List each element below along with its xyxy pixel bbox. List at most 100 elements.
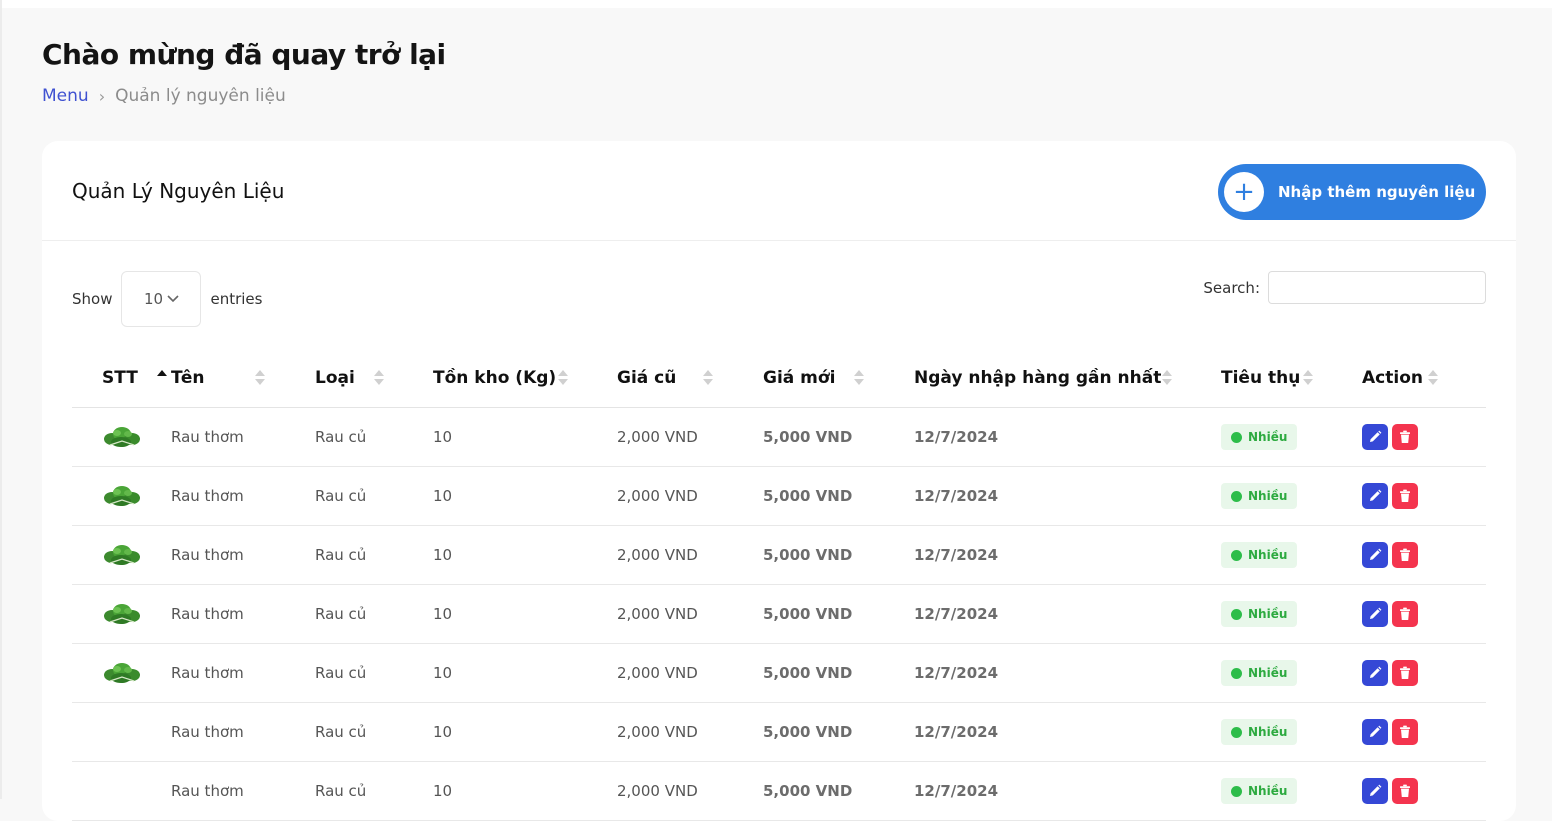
sort-icon	[1162, 370, 1172, 386]
delete-button[interactable]	[1392, 778, 1418, 804]
search-control: Search:	[1203, 271, 1486, 304]
row-image-cell	[72, 466, 171, 526]
table-row: Rau thơm Rau củ 10 2,000 VND 5,000 VND 1…	[72, 525, 1486, 585]
pencil-icon	[1370, 548, 1382, 560]
ingredient-type: Rau củ	[315, 584, 433, 644]
status-dot-icon	[1231, 431, 1242, 443]
usage-cell: Nhiều	[1221, 761, 1362, 821]
ingredient-last-import-date: 12/7/2024	[914, 584, 1221, 644]
ingredient-new-price: 5,000 VND	[763, 584, 914, 644]
breadcrumb-chevron-icon: ›	[98, 86, 106, 106]
ingredient-type: Rau củ	[315, 525, 433, 585]
edit-button[interactable]	[1362, 483, 1388, 509]
trash-icon	[1400, 430, 1410, 443]
herb-leaf-icon	[104, 486, 140, 506]
usage-badge: Nhiều	[1221, 424, 1298, 450]
sort-icon	[854, 370, 864, 386]
action-cell	[1362, 584, 1486, 644]
column-header-name[interactable]: Tên	[171, 349, 315, 408]
ingredient-type: Rau củ	[315, 761, 433, 821]
column-header-usage[interactable]: Tiêu thụ	[1221, 349, 1362, 408]
pencil-icon	[1370, 725, 1382, 737]
usage-cell: Nhiều	[1221, 466, 1362, 526]
trash-icon	[1400, 489, 1410, 502]
usage-label: Nhiều	[1248, 784, 1288, 798]
ingredient-new-price: 5,000 VND	[763, 761, 914, 821]
pencil-icon	[1370, 607, 1382, 619]
card-title: Quản Lý Nguyên Liệu	[72, 179, 285, 203]
status-dot-icon	[1231, 490, 1242, 502]
column-header-new-price[interactable]: Giá mới	[763, 349, 914, 408]
row-actions	[1362, 483, 1418, 509]
ingredient-new-price: 5,000 VND	[763, 466, 914, 526]
herb-leaf-icon	[104, 545, 140, 565]
ingredient-old-price: 2,000 VND	[617, 643, 763, 703]
add-ingredient-button[interactable]: + Nhập thêm nguyên liệu	[1218, 164, 1486, 220]
usage-label: Nhiều	[1248, 666, 1288, 680]
column-header-old-price[interactable]: Giá cũ	[617, 349, 763, 408]
table-row: Rau thơm Rau củ 10 2,000 VND 5,000 VND 1…	[72, 702, 1486, 762]
action-cell	[1362, 525, 1486, 585]
usage-label: Nhiều	[1248, 489, 1288, 503]
trash-icon	[1400, 607, 1410, 620]
edit-button[interactable]	[1362, 601, 1388, 627]
edit-button[interactable]	[1362, 719, 1388, 745]
breadcrumb-current: Quản lý nguyên liệu	[115, 86, 286, 106]
page-greeting: Chào mừng đã quay trở lại	[42, 38, 446, 71]
pencil-icon	[1370, 430, 1382, 442]
status-dot-icon	[1231, 726, 1242, 738]
column-header-type[interactable]: Loại	[315, 349, 433, 408]
edit-button[interactable]	[1362, 778, 1388, 804]
delete-button[interactable]	[1392, 719, 1418, 745]
entries-select[interactable]: 10	[121, 271, 202, 327]
usage-cell: Nhiều	[1221, 525, 1362, 585]
ingredient-type: Rau củ	[315, 643, 433, 703]
ingredient-name: Rau thơm	[171, 466, 315, 526]
chevron-down-icon	[167, 295, 179, 303]
column-header-action[interactable]: Action	[1362, 349, 1486, 408]
ingredient-stock: 10	[433, 584, 617, 644]
delete-button[interactable]	[1392, 424, 1418, 450]
ingredient-type: Rau củ	[315, 466, 433, 526]
delete-button[interactable]	[1392, 542, 1418, 568]
row-image-cell	[72, 761, 171, 821]
ingredient-old-price: 2,000 VND	[617, 525, 763, 585]
table-row: Rau thơm Rau củ 10 2,000 VND 5,000 VND 1…	[72, 466, 1486, 526]
search-input[interactable]	[1268, 271, 1486, 304]
row-actions	[1362, 601, 1418, 627]
ingredient-stock: 10	[433, 525, 617, 585]
ingredient-last-import-date: 12/7/2024	[914, 702, 1221, 762]
ingredient-name: Rau thơm	[171, 702, 315, 762]
pencil-icon	[1370, 784, 1382, 796]
column-header-last-import-date[interactable]: Ngày nhập hàng gần nhất	[914, 349, 1221, 408]
ingredient-old-price: 2,000 VND	[617, 761, 763, 821]
entries-control: Show 10 entries	[72, 271, 262, 327]
pencil-icon	[1370, 489, 1382, 501]
ingredient-last-import-date: 12/7/2024	[914, 643, 1221, 703]
usage-cell: Nhiều	[1221, 584, 1362, 644]
delete-button[interactable]	[1392, 483, 1418, 509]
usage-label: Nhiều	[1248, 430, 1288, 444]
status-dot-icon	[1231, 667, 1242, 679]
table-row: Rau thơm Rau củ 10 2,000 VND 5,000 VND 1…	[72, 761, 1486, 821]
left-strip	[0, 0, 2, 799]
column-header-stock[interactable]: Tồn kho (Kg)	[433, 349, 617, 408]
delete-button[interactable]	[1392, 660, 1418, 686]
entries-label: entries	[210, 290, 263, 308]
edit-button[interactable]	[1362, 542, 1388, 568]
edit-button[interactable]	[1362, 660, 1388, 686]
table-row: Rau thơm Rau củ 10 2,000 VND 5,000 VND 1…	[72, 407, 1486, 467]
sort-icon	[1303, 370, 1313, 386]
ingredient-old-price: 2,000 VND	[617, 584, 763, 644]
column-header-stt[interactable]: STT	[72, 349, 171, 408]
sort-icon	[374, 370, 384, 386]
entries-value: 10	[143, 290, 164, 308]
herb-leaf-icon	[104, 663, 140, 683]
edit-button[interactable]	[1362, 424, 1388, 450]
row-image-cell	[72, 702, 171, 762]
ingredients-card: Quản Lý Nguyên Liệu + Nhập thêm nguyên l…	[42, 141, 1516, 821]
delete-button[interactable]	[1392, 601, 1418, 627]
ingredient-last-import-date: 12/7/2024	[914, 761, 1221, 821]
ingredient-type: Rau củ	[315, 407, 433, 467]
breadcrumb-menu-link[interactable]: Menu	[42, 86, 89, 106]
